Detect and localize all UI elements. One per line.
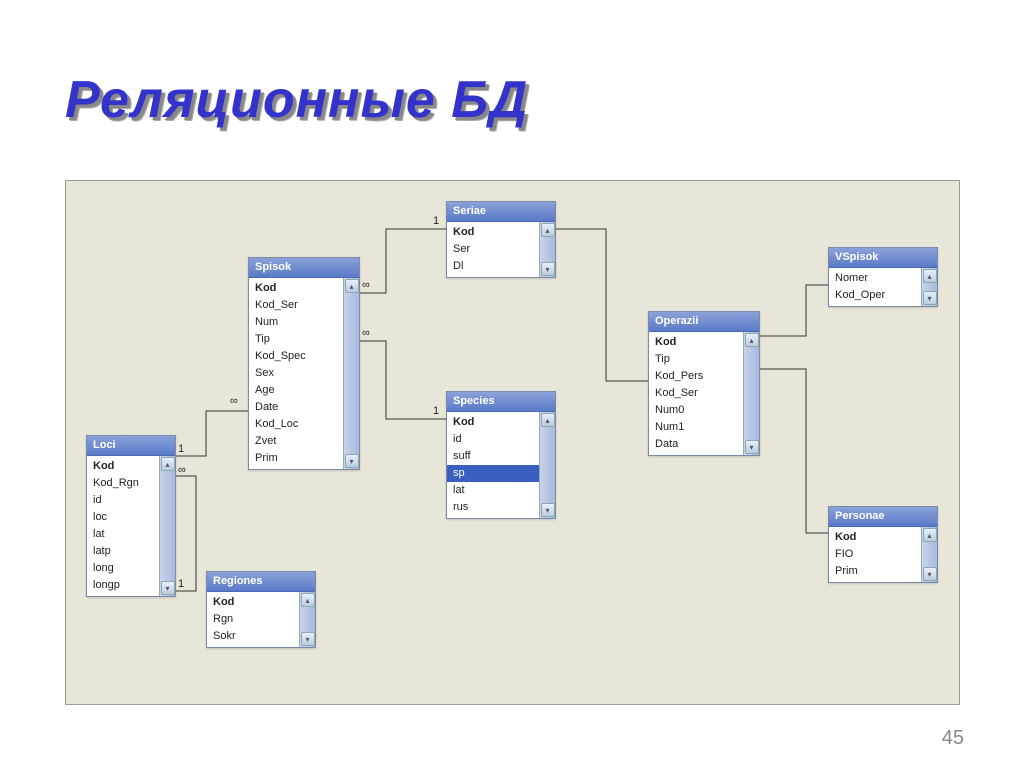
field[interactable]: Num1 <box>649 419 743 436</box>
field[interactable]: Kod <box>829 529 921 546</box>
field[interactable]: long <box>87 560 159 577</box>
table-title[interactable]: Personae <box>829 507 937 527</box>
field[interactable]: Dl <box>447 258 539 275</box>
scroll-up-icon[interactable]: ▴ <box>301 593 315 607</box>
scroll-down-icon[interactable]: ▾ <box>541 503 555 517</box>
field[interactable]: Kod <box>87 458 159 475</box>
table-vspisok[interactable]: VSpisok Nomer Kod_Oper ▴ ▾ <box>828 247 938 307</box>
scrollbar[interactable]: ▴ ▾ <box>539 412 555 518</box>
cardinality-one: 1 <box>433 405 439 417</box>
field[interactable]: Tip <box>649 351 743 368</box>
scroll-up-icon[interactable]: ▴ <box>161 457 175 471</box>
table-title[interactable]: Spisok <box>249 258 359 278</box>
scrollbar[interactable]: ▴ ▾ <box>921 527 937 582</box>
field[interactable]: id <box>87 492 159 509</box>
field[interactable]: Num <box>249 314 343 331</box>
table-species[interactable]: Species Kod id suff sp lat rus ▴ ▾ <box>446 391 556 519</box>
field[interactable]: lat <box>87 526 159 543</box>
field[interactable]: Kod_Ser <box>249 297 343 314</box>
scrollbar[interactable]: ▴ ▾ <box>539 222 555 277</box>
cardinality-many: ∞ <box>178 464 186 476</box>
scroll-up-icon[interactable]: ▴ <box>541 223 555 237</box>
field[interactable]: Kod_Loc <box>249 416 343 433</box>
field[interactable]: Tip <box>249 331 343 348</box>
table-title[interactable]: Seriae <box>447 202 555 222</box>
scroll-up-icon[interactable]: ▴ <box>923 269 937 283</box>
field[interactable]: Kod_Spec <box>249 348 343 365</box>
scroll-down-icon[interactable]: ▾ <box>923 567 937 581</box>
field[interactable]: Sokr <box>207 628 299 645</box>
scroll-down-icon[interactable]: ▾ <box>745 440 759 454</box>
scroll-down-icon[interactable]: ▾ <box>541 262 555 276</box>
field[interactable]: Kod <box>447 414 539 431</box>
field[interactable]: Prim <box>249 450 343 467</box>
scroll-up-icon[interactable]: ▴ <box>745 333 759 347</box>
field-selected[interactable]: sp <box>447 465 539 482</box>
scroll-down-icon[interactable]: ▾ <box>923 291 937 305</box>
table-title[interactable]: Operazii <box>649 312 759 332</box>
field[interactable]: Prim <box>829 563 921 580</box>
scrollbar[interactable]: ▴ ▾ <box>159 456 175 596</box>
scroll-down-icon[interactable]: ▾ <box>301 632 315 646</box>
cardinality-many: ∞ <box>362 327 370 339</box>
table-personae[interactable]: Personae Kod FIO Prim ▴ ▾ <box>828 506 938 583</box>
field[interactable]: Zvet <box>249 433 343 450</box>
scrollbar[interactable]: ▴ ▾ <box>743 332 759 455</box>
scroll-up-icon[interactable]: ▴ <box>923 528 937 542</box>
field[interactable]: Kod <box>447 224 539 241</box>
table-title[interactable]: Species <box>447 392 555 412</box>
field[interactable]: Ser <box>447 241 539 258</box>
field[interactable]: Num0 <box>649 402 743 419</box>
field[interactable]: Rgn <box>207 611 299 628</box>
field[interactable]: Kod_Pers <box>649 368 743 385</box>
scroll-up-icon[interactable]: ▴ <box>541 413 555 427</box>
table-title[interactable]: Loci <box>87 436 175 456</box>
field[interactable]: id <box>447 431 539 448</box>
field[interactable]: Kod <box>649 334 743 351</box>
field[interactable]: FIO <box>829 546 921 563</box>
field[interactable]: Kod <box>207 594 299 611</box>
cardinality-one: 1 <box>433 215 439 227</box>
table-operazii[interactable]: Operazii Kod Tip Kod_Pers Kod_Ser Num0 N… <box>648 311 760 456</box>
field[interactable]: Date <box>249 399 343 416</box>
scroll-down-icon[interactable]: ▾ <box>345 454 359 468</box>
table-spisok[interactable]: Spisok Kod Kod_Ser Num Tip Kod_Spec Sex … <box>248 257 360 470</box>
scrollbar[interactable]: ▴ ▾ <box>299 592 315 647</box>
diagram-canvas: 1 ∞ 1 ∞ 1 ∞ 1 ∞ Loci Kod Kod_Rgn id loc … <box>65 180 960 705</box>
scrollbar[interactable]: ▴ ▾ <box>921 268 937 306</box>
field[interactable]: loc <box>87 509 159 526</box>
table-regiones[interactable]: Regiones Kod Rgn Sokr ▴ ▾ <box>206 571 316 648</box>
field[interactable]: suff <box>447 448 539 465</box>
cardinality-one: 1 <box>178 443 184 455</box>
table-seriae[interactable]: Seriae Kod Ser Dl ▴ ▾ <box>446 201 556 278</box>
page-number: 45 <box>942 727 964 750</box>
field[interactable]: Kod_Oper <box>829 287 921 304</box>
field[interactable]: longp <box>87 577 159 594</box>
cardinality-one: 1 <box>178 578 184 590</box>
field[interactable]: Data <box>649 436 743 453</box>
field[interactable]: latp <box>87 543 159 560</box>
field[interactable]: Kod_Ser <box>649 385 743 402</box>
scroll-down-icon[interactable]: ▾ <box>161 581 175 595</box>
field[interactable]: Kod_Rgn <box>87 475 159 492</box>
cardinality-many: ∞ <box>230 395 238 407</box>
field[interactable]: lat <box>447 482 539 499</box>
field[interactable]: Sex <box>249 365 343 382</box>
field[interactable]: rus <box>447 499 539 516</box>
field[interactable]: Nomer <box>829 270 921 287</box>
table-title[interactable]: Regiones <box>207 572 315 592</box>
cardinality-many: ∞ <box>362 279 370 291</box>
table-loci[interactable]: Loci Kod Kod_Rgn id loc lat latp long lo… <box>86 435 176 597</box>
field[interactable]: Age <box>249 382 343 399</box>
scrollbar[interactable]: ▴ ▾ <box>343 278 359 469</box>
slide-title: Реляционные БД <box>65 70 528 130</box>
field[interactable]: Kod <box>249 280 343 297</box>
scroll-up-icon[interactable]: ▴ <box>345 279 359 293</box>
table-title[interactable]: VSpisok <box>829 248 937 268</box>
